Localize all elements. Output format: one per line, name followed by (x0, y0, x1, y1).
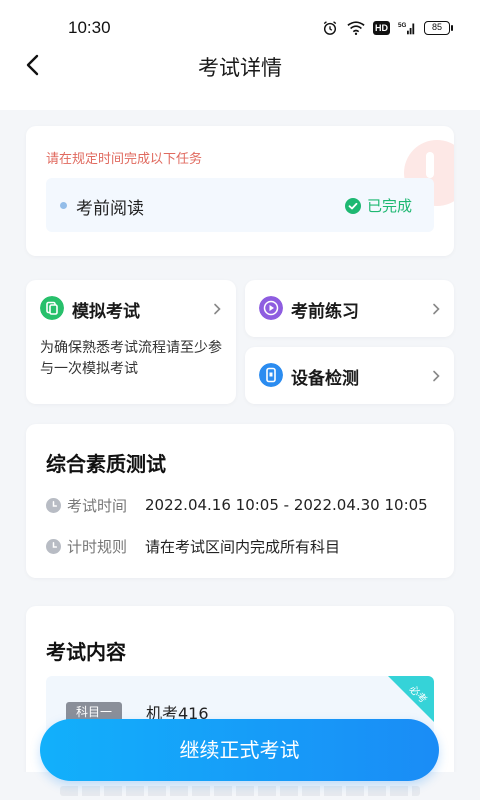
status-icons: HD 5G 85 (321, 20, 453, 36)
mock-exam-card[interactable]: 模拟考试 为确保熟悉考试流程请至少参与一次模拟考试 (26, 280, 236, 404)
device-check-card[interactable]: 设备检测 (245, 347, 454, 404)
signal-label: 5G (398, 22, 407, 29)
chevron-right-icon (214, 303, 221, 315)
timing-rule-row: 计时规则 请在考试区间内完成所有科目 (46, 535, 340, 557)
required-badge-label: 必考 (406, 683, 429, 706)
task-name: 考前阅读 (76, 199, 144, 219)
task-hint: 请在规定时间完成以下任务 (46, 152, 203, 167)
mock-exam-title: 模拟考试 (72, 302, 140, 322)
wifi-icon (347, 21, 365, 36)
task-status-label: 已完成 (366, 197, 412, 215)
hd-badge: HD (373, 21, 390, 35)
chevron-right-icon (433, 303, 440, 315)
obscured-text-line (60, 786, 420, 796)
chevron-right-icon (433, 370, 440, 382)
phone-icon (259, 363, 283, 387)
timing-rule-value: 请在考试区间内完成所有科目 (145, 537, 341, 556)
task-item-pre-read[interactable]: 考前阅读 已完成 (46, 178, 434, 232)
status-time: 10:30 (68, 18, 111, 37)
mock-exam-description: 为确保熟悉考试流程请至少参与一次模拟考试 (40, 340, 222, 377)
exam-time-label: 考试时间 (67, 496, 128, 515)
timing-rule-label: 计时规则 (67, 537, 128, 556)
signal-icon: 5G (398, 22, 415, 35)
nav-bar: 考试详情 (0, 44, 480, 88)
bullet-dot-icon (60, 202, 67, 209)
task-status: 已完成 (344, 195, 412, 216)
clock-icon (46, 497, 61, 513)
check-circle-icon (344, 197, 361, 214)
mock-exam-icon (40, 296, 64, 320)
practice-card[interactable]: 考前练习 (245, 280, 454, 337)
exam-time-value: 2022.04.16 10:05 - 2022.04.30 10:05 (145, 496, 428, 514)
continue-exam-button[interactable]: 继续正式考试 (40, 719, 439, 781)
page-title: 考试详情 (198, 56, 282, 80)
status-bar: 10:30 HD 5G 85 (0, 0, 480, 44)
clock-icon (46, 538, 61, 554)
exam-title: 综合素质测试 (46, 452, 166, 476)
practice-title: 考前练习 (291, 302, 359, 322)
alarm-icon (323, 21, 337, 35)
required-badge: 必考 (388, 676, 434, 722)
exam-time-row: 考试时间 2022.04.16 10:05 - 2022.04.30 10:05 (46, 494, 428, 516)
play-icon (259, 296, 283, 320)
exam-content-title: 考试内容 (46, 640, 126, 664)
battery-indicator: 85 (424, 21, 453, 35)
device-check-title: 设备检测 (291, 369, 359, 389)
task-card: 请在规定时间完成以下任务 考前阅读 已完成 (26, 126, 454, 256)
exam-info-card: 综合素质测试 考试时间 2022.04.16 10:05 - 2022.04.3… (26, 424, 454, 578)
